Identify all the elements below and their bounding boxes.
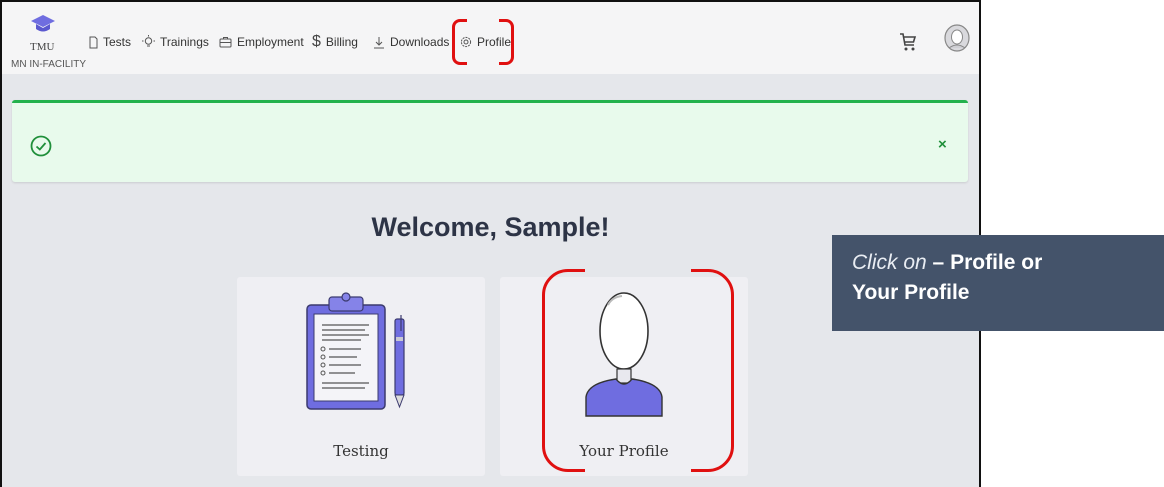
callout-line2: Your Profile xyxy=(852,281,970,304)
success-alert: × xyxy=(12,100,968,182)
testing-card[interactable]: Testing xyxy=(237,277,485,476)
dollar-icon: $ xyxy=(312,33,321,50)
logo-subtitle: MN IN-FACILITY xyxy=(11,59,87,70)
profile-nav-highlight xyxy=(452,18,514,66)
callout-dash: – xyxy=(926,251,951,274)
nav-employment-label: Employment xyxy=(237,35,304,49)
nav-downloads[interactable]: Downloads xyxy=(373,31,449,53)
nav-billing[interactable]: $ Billing xyxy=(312,31,358,53)
lightbulb-icon xyxy=(142,35,155,47)
graduation-cap-icon xyxy=(31,15,55,32)
nav-billing-label: Billing xyxy=(325,35,358,49)
logo[interactable]: TMU MN IN-FACILITY xyxy=(8,12,88,72)
testing-card-label: Testing xyxy=(333,442,389,460)
nav-tests[interactable]: Tests xyxy=(88,31,131,53)
nav-trainings-label: Trainings xyxy=(160,35,209,49)
check-circle-icon xyxy=(30,135,52,157)
nav-downloads-label: Downloads xyxy=(390,35,450,49)
cart-icon[interactable] xyxy=(898,32,918,52)
callout-line1: Profile or xyxy=(950,251,1043,274)
top-navbar: TMU MN IN-FACILITY Tests Trainings Emplo… xyxy=(2,2,979,74)
instruction-callout: Click on – Profile or Your Profile xyxy=(832,235,1164,331)
briefcase-icon xyxy=(219,37,232,48)
logo-text: TMU xyxy=(30,41,55,53)
clipboard-icon xyxy=(306,292,405,410)
download-icon xyxy=(374,36,384,48)
nav-employment[interactable]: Employment xyxy=(219,31,304,53)
user-avatar-icon[interactable] xyxy=(942,24,972,64)
alert-close-button[interactable]: × xyxy=(938,136,947,153)
nav-trainings[interactable]: Trainings xyxy=(142,31,209,53)
your-profile-highlight xyxy=(542,268,734,473)
document-icon xyxy=(89,36,98,48)
nav-tests-label: Tests xyxy=(103,35,132,49)
callout-prefix: Click on xyxy=(852,251,927,274)
